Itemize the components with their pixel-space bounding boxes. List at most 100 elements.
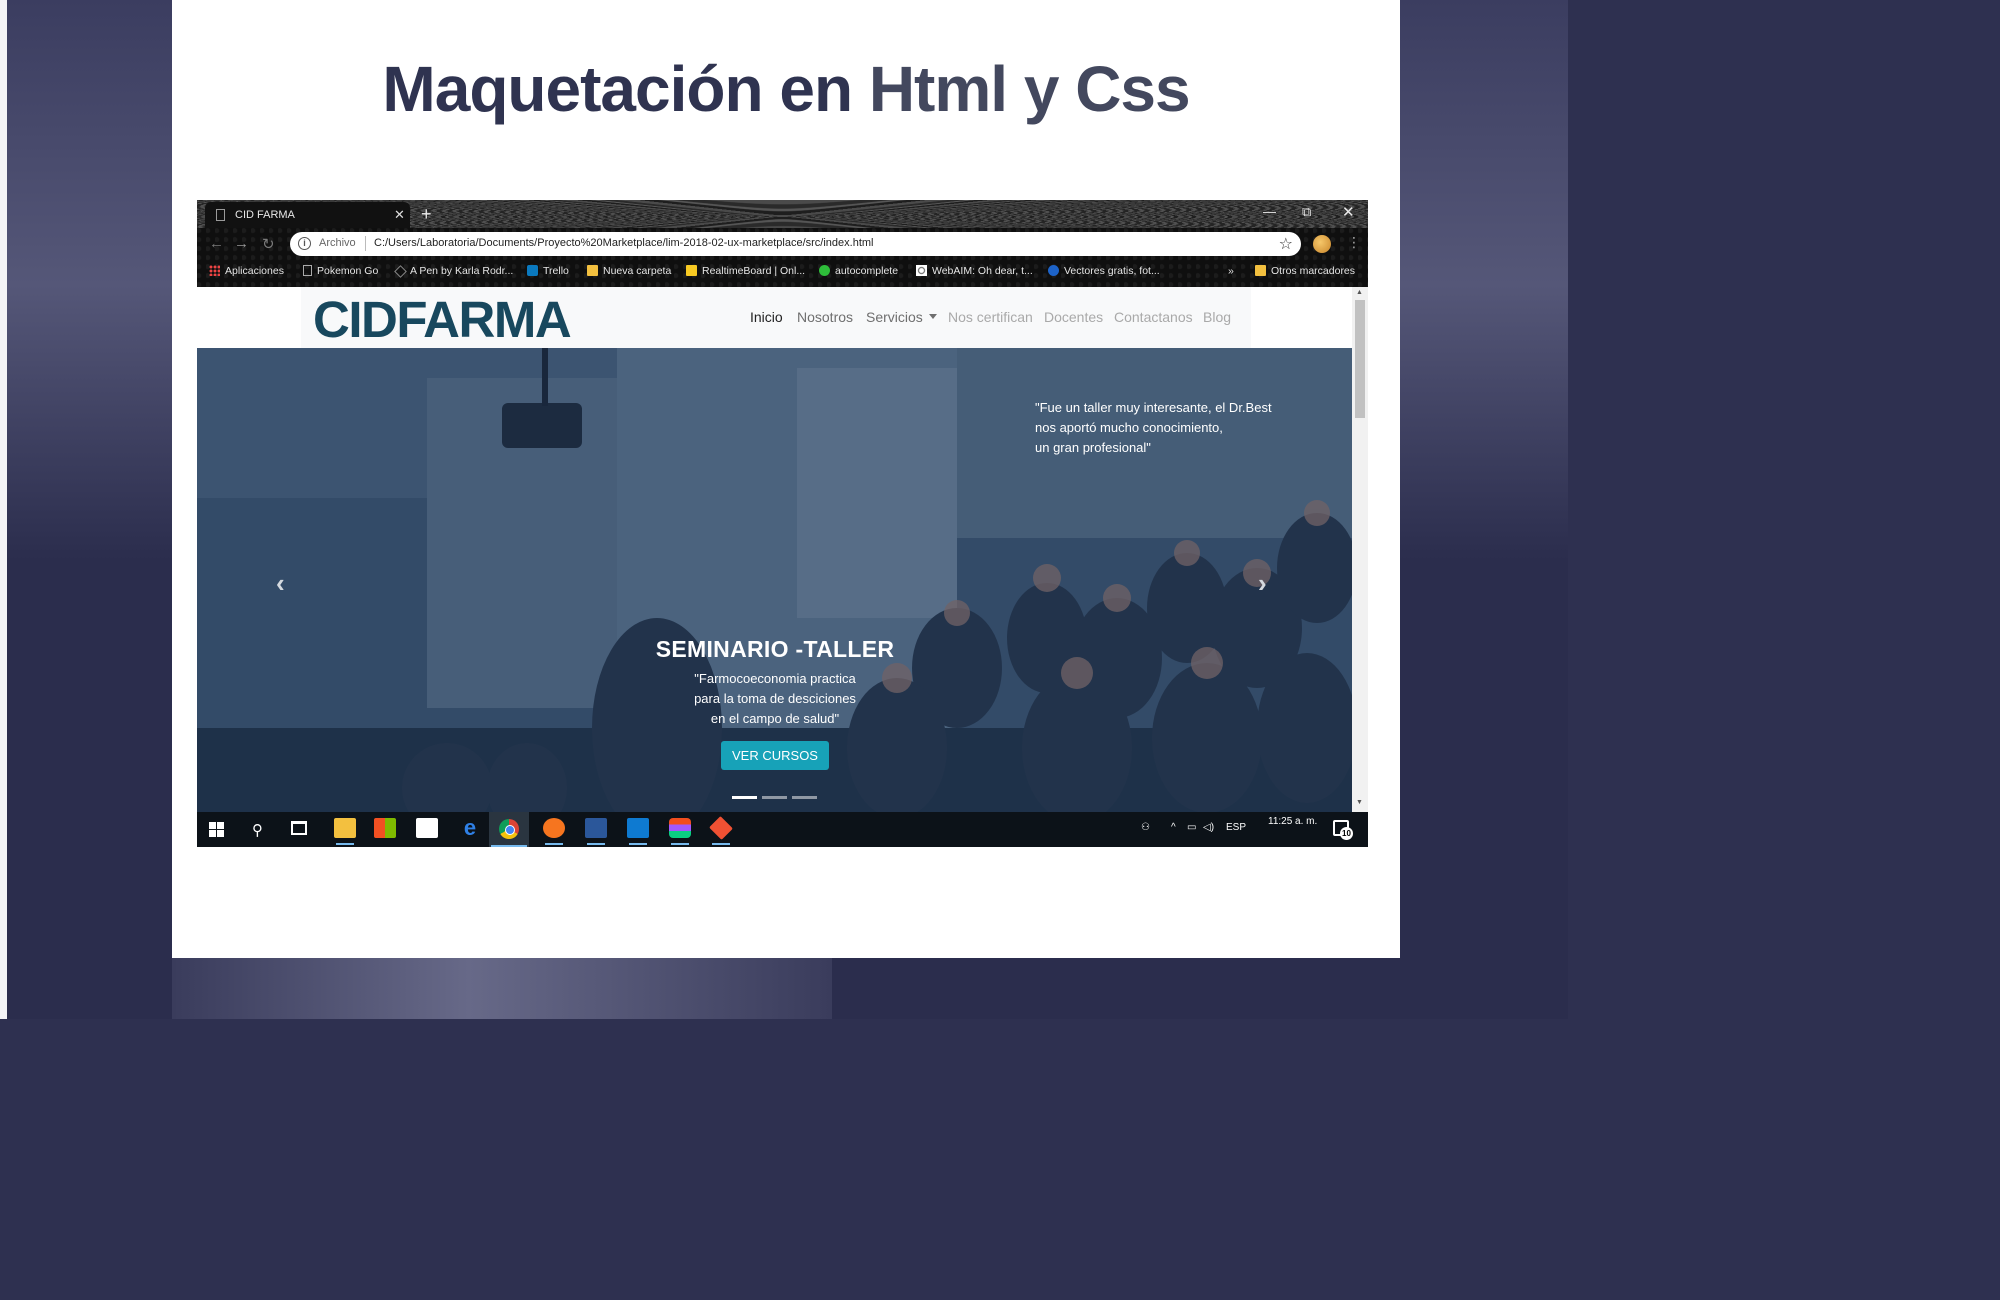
nav-link-blog[interactable]: Blog	[1203, 309, 1231, 325]
task-view-icon[interactable]	[291, 821, 307, 835]
bookmark-aplicaciones[interactable]: Aplicaciones	[209, 265, 284, 277]
caption-text: "Farmocoeconomia practica para la toma d…	[575, 669, 975, 729]
chrome-icon[interactable]	[489, 812, 529, 847]
carousel-next-icon[interactable]: ›	[1258, 568, 1267, 599]
testimonial-quote: "Fue un taller muy interesante, el Dr.Be…	[1035, 398, 1335, 458]
bookmark-label: Trello	[543, 265, 569, 277]
restore-icon[interactable]: ⧉	[1302, 204, 1311, 220]
window-close-icon[interactable]: ✕	[1342, 203, 1355, 221]
site-logo[interactable]: CIDFARMA	[313, 290, 572, 349]
scroll-up-icon[interactable]: ▲	[1356, 289, 1363, 296]
taskbar-clock[interactable]: 11:25 a. m.	[1268, 816, 1317, 827]
address-bar[interactable]: i Archivo C:/Users/Laboratoria/Documents…	[290, 232, 1301, 256]
carousel-prev-icon[interactable]: ‹	[276, 568, 285, 599]
bookmark-realtimeboard[interactable]: RealtimeBoard | Onl...	[686, 265, 805, 277]
scroll-thumb[interactable]	[1355, 300, 1365, 418]
caption-line: "Farmocoeconomia practica	[694, 671, 856, 686]
folder-icon	[587, 265, 598, 276]
carousel-indicator-2[interactable]	[762, 796, 787, 799]
quote-line: "Fue un taller muy interesante, el Dr.Be…	[1035, 400, 1272, 415]
avast-icon[interactable]	[543, 818, 565, 845]
carousel-caption: SEMINARIO -TALLER "Farmocoeconomia pract…	[575, 636, 975, 770]
site-navbar: CIDFARMA Inicio Nosotros Servicios Nos c…	[301, 287, 1251, 348]
apps-grid-icon	[209, 265, 220, 276]
caption-title: SEMINARIO -TALLER	[655, 636, 895, 662]
address-separator	[365, 236, 366, 251]
scroll-down-icon[interactable]: ▼	[1356, 799, 1363, 806]
bookmark-nueva-carpeta[interactable]: Nueva carpeta	[587, 265, 671, 277]
bookmarks-bar: Aplicaciones Pokemon Go A Pen by Karla R…	[197, 261, 1368, 283]
reload-icon[interactable]: ↻	[262, 235, 275, 253]
word-icon[interactable]	[585, 818, 607, 845]
tab-title: CID FARMA	[235, 209, 295, 221]
nav-link-contactanos[interactable]: Contactanos	[1114, 309, 1193, 325]
figma-icon[interactable]	[669, 818, 691, 845]
windows-start-icon[interactable]	[209, 822, 224, 837]
profile-avatar[interactable]	[1313, 235, 1331, 253]
edge-icon[interactable]: e	[459, 817, 481, 840]
bookmark-trello[interactable]: Trello	[527, 265, 569, 277]
page-viewport: CIDFARMA Inicio Nosotros Servicios Nos c…	[197, 287, 1368, 812]
git-icon[interactable]	[709, 816, 733, 845]
autocomplete-icon	[819, 265, 830, 276]
ver-cursos-button[interactable]: VER CURSOS	[721, 741, 829, 770]
bookmark-otros-marcadores[interactable]: Otros marcadores	[1255, 265, 1355, 277]
browser-toolbar: ← → ↻ i Archivo C:/Users/Laboratoria/Doc…	[197, 229, 1368, 259]
people-icon[interactable]: ⚇	[1141, 822, 1150, 833]
nav-link-servicios[interactable]: Servicios	[866, 309, 937, 325]
bookmark-label: WebAIM: Oh dear, t...	[932, 265, 1033, 277]
minimize-icon[interactable]: —	[1263, 204, 1276, 219]
bookmark-star-icon[interactable]: ☆	[1279, 234, 1293, 254]
webaim-icon	[916, 265, 927, 276]
store-icon[interactable]	[374, 818, 396, 840]
new-tab-button[interactable]: +	[421, 203, 432, 225]
bookmark-webaim[interactable]: WebAIM: Oh dear, t...	[916, 265, 1033, 277]
codepen-icon	[394, 265, 407, 278]
bookmark-autocomplete[interactable]: autocomplete	[819, 265, 898, 277]
menu-dots-icon[interactable]: ⋮	[1347, 234, 1361, 251]
chevron-up-icon[interactable]: ^	[1171, 822, 1176, 833]
browser-screenshot: CID FARMA ✕ + — ⧉ ✕ ← → ↻ i Archivo C:/U…	[197, 200, 1368, 847]
language-indicator[interactable]: ESP	[1226, 822, 1246, 833]
caption-line: en el campo de salud"	[710, 711, 840, 726]
nav-link-inicio[interactable]: Inicio	[750, 309, 783, 325]
document-icon	[216, 209, 225, 221]
browser-chrome: CID FARMA ✕ + — ⧉ ✕ ← → ↻ i Archivo C:/U…	[197, 200, 1368, 287]
browser-tab[interactable]: CID FARMA ✕	[205, 202, 410, 228]
vectors-icon	[1048, 265, 1059, 276]
bookmark-label: autocomplete	[835, 265, 899, 277]
close-tab-icon[interactable]: ✕	[394, 207, 405, 223]
slide-left-edge	[0, 0, 7, 1019]
volume-icon[interactable]: ◁)	[1203, 822, 1214, 833]
forward-arrow-icon[interactable]: →	[234, 235, 249, 252]
nav-link-nosotros[interactable]: Nosotros	[797, 309, 853, 325]
bookmark-label: Nueva carpeta	[603, 265, 672, 277]
slide-title-part1: Maquetación en	[382, 53, 869, 125]
bookmark-vectores[interactable]: Vectores gratis, fot...	[1048, 265, 1160, 277]
carousel-indicator-1[interactable]	[732, 796, 757, 799]
search-icon[interactable]: ⚲	[252, 821, 263, 843]
battery-icon[interactable]: ▭	[1187, 822, 1196, 833]
bookmark-label: Aplicaciones	[225, 265, 284, 277]
vscode-icon[interactable]	[627, 818, 649, 845]
info-icon[interactable]: i	[298, 237, 311, 250]
page-scrollbar[interactable]: ▲ ▼	[1352, 287, 1368, 812]
carousel-indicator-3[interactable]	[792, 796, 817, 799]
file-explorer-icon[interactable]	[334, 818, 356, 845]
bookmark-label: Vectores gratis, fot...	[1064, 265, 1160, 277]
mail-icon[interactable]	[416, 818, 438, 840]
nav-link-nos-certifican[interactable]: Nos certifican	[948, 309, 1033, 325]
windows-taskbar: ⚲ e ⚇ ^ ▭ ◁) ESP 11:25 a. m. 10	[197, 812, 1368, 847]
bookmark-codepen[interactable]: A Pen by Karla Rodr...	[394, 265, 513, 278]
address-protocol: Archivo	[319, 237, 356, 249]
bookmarks-overflow-button[interactable]: »	[1228, 265, 1234, 277]
slide-title: Maquetación en Html y Css	[172, 52, 1400, 126]
trello-icon	[527, 265, 538, 276]
quote-line: un gran profesional"	[1035, 440, 1151, 455]
bookmark-label: RealtimeBoard | Onl...	[702, 265, 806, 277]
address-url[interactable]: C:/Users/Laboratoria/Documents/Proyecto%…	[374, 237, 873, 249]
nav-link-docentes[interactable]: Docentes	[1044, 309, 1103, 325]
tab-strip: CID FARMA ✕ + — ⧉ ✕	[197, 200, 1368, 228]
bookmark-pokemon-go[interactable]: Pokemon Go	[303, 265, 378, 277]
back-arrow-icon[interactable]: ←	[209, 235, 224, 252]
